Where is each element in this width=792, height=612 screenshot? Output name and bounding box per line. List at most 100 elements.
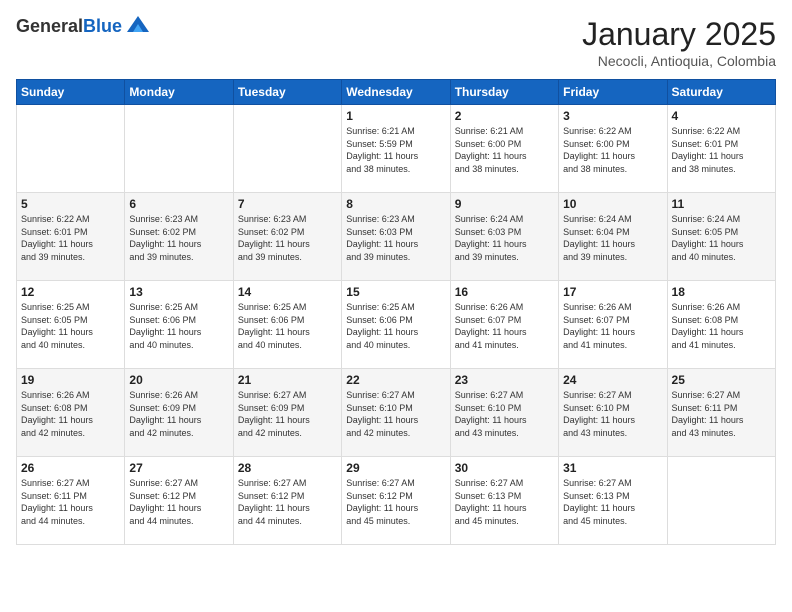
day-info: Sunrise: 6:27 AM Sunset: 6:11 PM Dayligh… [672, 389, 771, 439]
day-info: Sunrise: 6:23 AM Sunset: 6:02 PM Dayligh… [129, 213, 228, 263]
day-info: Sunrise: 6:21 AM Sunset: 5:59 PM Dayligh… [346, 125, 445, 175]
day-info: Sunrise: 6:26 AM Sunset: 6:08 PM Dayligh… [672, 301, 771, 351]
day-number: 16 [455, 285, 554, 299]
day-cell-9: 9 Sunrise: 6:24 AM Sunset: 6:03 PM Daylig… [450, 193, 558, 281]
day-number: 2 [455, 109, 554, 123]
day-cell-16: 16 Sunrise: 6:26 AM Sunset: 6:07 PM Dayli… [450, 281, 558, 369]
weekday-header-sunday: Sunday [17, 80, 125, 105]
weekday-header-friday: Friday [559, 80, 667, 105]
day-info: Sunrise: 6:27 AM Sunset: 6:13 PM Dayligh… [563, 477, 662, 527]
day-cell-24: 24 Sunrise: 6:27 AM Sunset: 6:10 PM Dayli… [559, 369, 667, 457]
day-cell-5: 5Sunrise: 6:22 AM Sunset: 6:01 PM Daylig… [17, 193, 125, 281]
day-info: Sunrise: 6:25 AM Sunset: 6:06 PM Dayligh… [129, 301, 228, 351]
day-info: Sunrise: 6:26 AM Sunset: 6:08 PM Dayligh… [21, 389, 120, 439]
day-cell-27: 27Sunrise: 6:27 AM Sunset: 6:12 PM Dayli… [125, 457, 233, 545]
week-row-4: 19 Sunrise: 6:26 AM Sunset: 6:08 PM Dayli… [17, 369, 776, 457]
day-info: Sunrise: 6:27 AM Sunset: 6:10 PM Dayligh… [346, 389, 445, 439]
weekday-header-tuesday: Tuesday [233, 80, 341, 105]
week-row-3: 12 Sunrise: 6:25 AM Sunset: 6:05 PM Dayli… [17, 281, 776, 369]
day-cell-19: 19 Sunrise: 6:26 AM Sunset: 6:08 PM Dayli… [17, 369, 125, 457]
weekday-header-row: SundayMondayTuesdayWednesdayThursdayFrid… [17, 80, 776, 105]
day-info: Sunrise: 6:22 AM Sunset: 6:01 PM Dayligh… [21, 213, 120, 263]
day-number: 10 [563, 197, 662, 211]
day-info: Sunrise: 6:27 AM Sunset: 6:10 PM Dayligh… [455, 389, 554, 439]
day-cell-26: 26Sunrise: 6:27 AM Sunset: 6:11 PM Dayli… [17, 457, 125, 545]
day-number: 30 [455, 461, 554, 475]
day-number: 27 [129, 461, 228, 475]
day-cell-10: 10Sunrise: 6:24 AM Sunset: 6:04 PM Dayli… [559, 193, 667, 281]
day-cell-14: 14 Sunrise: 6:25 AM Sunset: 6:06 PM Dayli… [233, 281, 341, 369]
day-number: 19 [21, 373, 120, 387]
day-cell-12: 12 Sunrise: 6:25 AM Sunset: 6:05 PM Dayli… [17, 281, 125, 369]
calendar-table: SundayMondayTuesdayWednesdayThursdayFrid… [16, 79, 776, 545]
day-number: 7 [238, 197, 337, 211]
logo-blue-text: Blue [83, 16, 122, 36]
day-cell-21: 21Sunrise: 6:27 AM Sunset: 6:09 PM Dayli… [233, 369, 341, 457]
day-info: Sunrise: 6:22 AM Sunset: 6:00 PM Dayligh… [563, 125, 662, 175]
day-info: Sunrise: 6:24 AM Sunset: 6:05 PM Dayligh… [672, 213, 771, 263]
weekday-header-saturday: Saturday [667, 80, 775, 105]
day-info: Sunrise: 6:21 AM Sunset: 6:00 PM Dayligh… [455, 125, 554, 175]
day-info: Sunrise: 6:27 AM Sunset: 6:13 PM Dayligh… [455, 477, 554, 527]
day-info: Sunrise: 6:26 AM Sunset: 6:09 PM Dayligh… [129, 389, 228, 439]
day-number: 13 [129, 285, 228, 299]
weekday-header-thursday: Thursday [450, 80, 558, 105]
logo-general-text: General [16, 16, 83, 36]
day-info: Sunrise: 6:27 AM Sunset: 6:10 PM Dayligh… [563, 389, 662, 439]
day-cell-28: 28Sunrise: 6:27 AM Sunset: 6:12 PM Dayli… [233, 457, 341, 545]
day-cell-30: 30 Sunrise: 6:27 AM Sunset: 6:13 PM Dayli… [450, 457, 558, 545]
day-number: 15 [346, 285, 445, 299]
day-cell-15: 15 Sunrise: 6:25 AM Sunset: 6:06 PM Dayli… [342, 281, 450, 369]
day-info: Sunrise: 6:23 AM Sunset: 6:02 PM Dayligh… [238, 213, 337, 263]
month-title: January 2025 [582, 16, 776, 53]
day-number: 24 [563, 373, 662, 387]
day-number: 14 [238, 285, 337, 299]
day-number: 17 [563, 285, 662, 299]
header: GeneralBlue January 2025 Necocli, Antioq… [16, 16, 776, 69]
day-cell-18: 18 Sunrise: 6:26 AM Sunset: 6:08 PM Dayli… [667, 281, 775, 369]
day-number: 12 [21, 285, 120, 299]
logo-icon [125, 12, 151, 38]
day-info: Sunrise: 6:25 AM Sunset: 6:05 PM Dayligh… [21, 301, 120, 351]
day-cell-31: 31Sunrise: 6:27 AM Sunset: 6:13 PM Dayli… [559, 457, 667, 545]
week-row-2: 5Sunrise: 6:22 AM Sunset: 6:01 PM Daylig… [17, 193, 776, 281]
day-info: Sunrise: 6:27 AM Sunset: 6:11 PM Dayligh… [21, 477, 120, 527]
empty-cell [667, 457, 775, 545]
weekday-header-monday: Monday [125, 80, 233, 105]
day-cell-1: 1Sunrise: 6:21 AM Sunset: 5:59 PM Daylig… [342, 105, 450, 193]
week-row-1: 1Sunrise: 6:21 AM Sunset: 5:59 PM Daylig… [17, 105, 776, 193]
empty-cell [233, 105, 341, 193]
day-info: Sunrise: 6:26 AM Sunset: 6:07 PM Dayligh… [563, 301, 662, 351]
day-number: 6 [129, 197, 228, 211]
day-info: Sunrise: 6:25 AM Sunset: 6:06 PM Dayligh… [238, 301, 337, 351]
day-cell-25: 25 Sunrise: 6:27 AM Sunset: 6:11 PM Dayli… [667, 369, 775, 457]
day-number: 4 [672, 109, 771, 123]
empty-cell [17, 105, 125, 193]
day-info: Sunrise: 6:27 AM Sunset: 6:12 PM Dayligh… [346, 477, 445, 527]
day-number: 3 [563, 109, 662, 123]
day-number: 29 [346, 461, 445, 475]
day-number: 20 [129, 373, 228, 387]
day-cell-7: 7 Sunrise: 6:23 AM Sunset: 6:02 PM Daylig… [233, 193, 341, 281]
day-cell-2: 2 Sunrise: 6:21 AM Sunset: 6:00 PM Daylig… [450, 105, 558, 193]
day-info: Sunrise: 6:23 AM Sunset: 6:03 PM Dayligh… [346, 213, 445, 263]
title-block: January 2025 Necocli, Antioquia, Colombi… [582, 16, 776, 69]
day-cell-29: 29 Sunrise: 6:27 AM Sunset: 6:12 PM Dayli… [342, 457, 450, 545]
day-number: 23 [455, 373, 554, 387]
day-cell-8: 8Sunrise: 6:23 AM Sunset: 6:03 PM Daylig… [342, 193, 450, 281]
day-cell-17: 17 Sunrise: 6:26 AM Sunset: 6:07 PM Dayli… [559, 281, 667, 369]
day-number: 18 [672, 285, 771, 299]
day-cell-22: 22Sunrise: 6:27 AM Sunset: 6:10 PM Dayli… [342, 369, 450, 457]
location: Necocli, Antioquia, Colombia [582, 53, 776, 69]
page: GeneralBlue January 2025 Necocli, Antioq… [0, 0, 792, 612]
day-info: Sunrise: 6:27 AM Sunset: 6:12 PM Dayligh… [238, 477, 337, 527]
day-info: Sunrise: 6:22 AM Sunset: 6:01 PM Dayligh… [672, 125, 771, 175]
day-info: Sunrise: 6:26 AM Sunset: 6:07 PM Dayligh… [455, 301, 554, 351]
day-info: Sunrise: 6:25 AM Sunset: 6:06 PM Dayligh… [346, 301, 445, 351]
day-number: 21 [238, 373, 337, 387]
weekday-header-wednesday: Wednesday [342, 80, 450, 105]
empty-cell [125, 105, 233, 193]
day-number: 9 [455, 197, 554, 211]
day-number: 25 [672, 373, 771, 387]
day-info: Sunrise: 6:24 AM Sunset: 6:03 PM Dayligh… [455, 213, 554, 263]
